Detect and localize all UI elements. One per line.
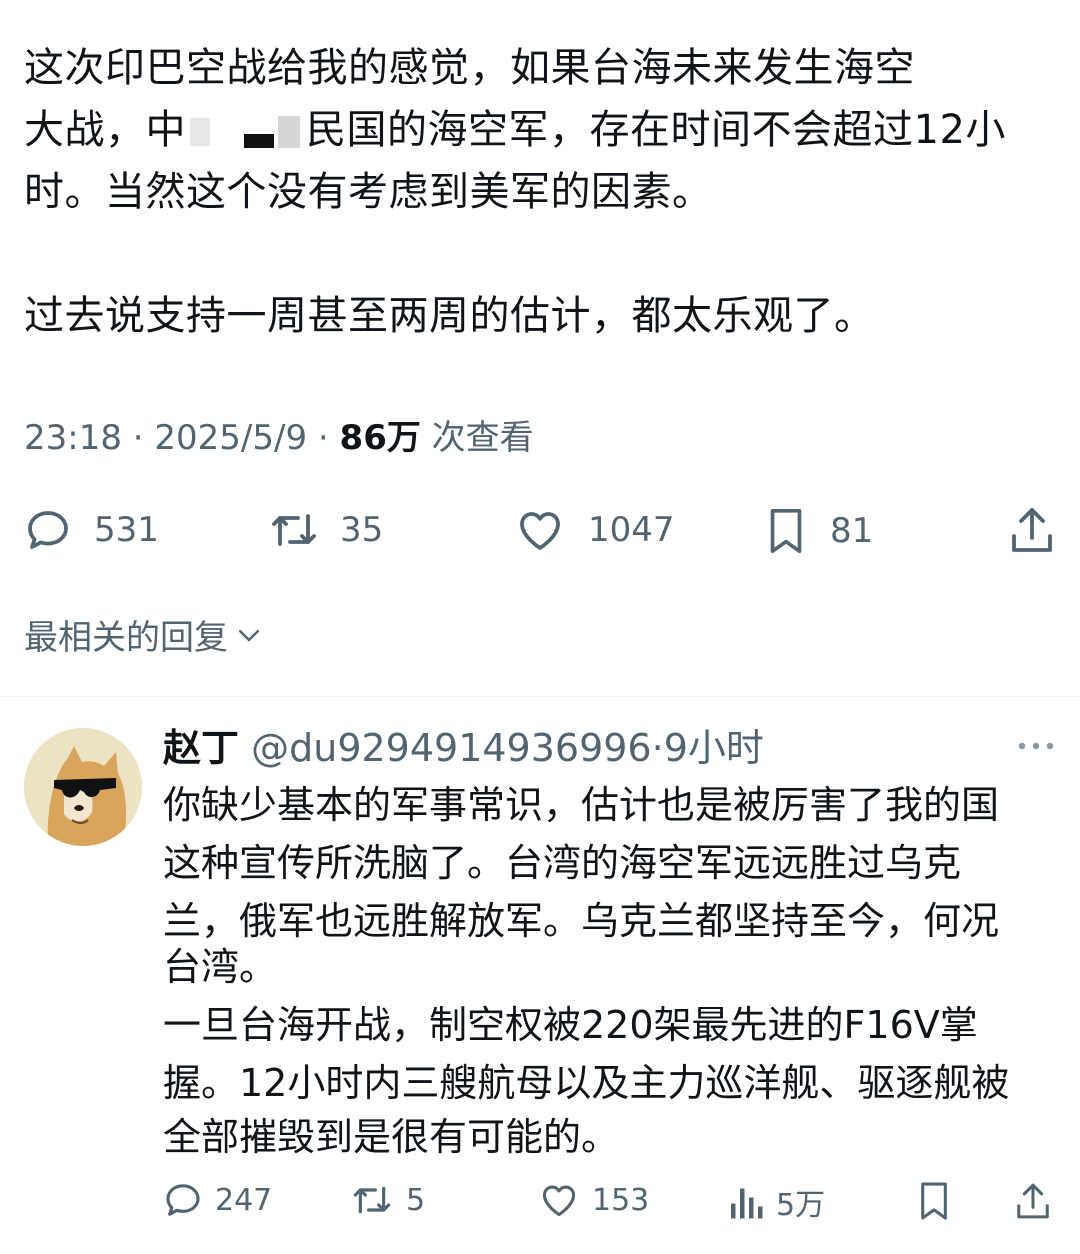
reply-like-button[interactable]: 153 bbox=[538, 1180, 649, 1220]
bookmark-button[interactable]: 81 bbox=[764, 506, 873, 556]
share-button[interactable] bbox=[1008, 504, 1056, 556]
doge-avatar-icon bbox=[24, 728, 142, 846]
reply-share-button[interactable] bbox=[1014, 1180, 1052, 1222]
reply-button[interactable]: 531 bbox=[24, 506, 159, 554]
avatar[interactable] bbox=[24, 728, 142, 846]
reply-author-handle[interactable]: @du9294914936996 bbox=[251, 726, 652, 770]
like-count: 1047 bbox=[588, 510, 675, 550]
more-options-button[interactable] bbox=[1016, 738, 1056, 758]
chevron-down-icon bbox=[239, 629, 259, 641]
tweet-meta: 23:18 · 2025/5/9 · 86万 次查看 bbox=[24, 412, 534, 464]
reply-text-line: 这种宣传所洗脑了。台湾的海空军远远胜过乌克 bbox=[163, 841, 962, 885]
tweet-text-fragment: 大战，中 bbox=[24, 107, 186, 153]
retweet-count: 35 bbox=[340, 510, 384, 550]
share-icon bbox=[1017, 1183, 1049, 1219]
tweet-text-line-3: 时。当然这个没有考虑到美军的因素。 bbox=[24, 169, 713, 215]
reply-time[interactable]: ·9小时 bbox=[652, 726, 764, 770]
reply-text-line: 台湾。 bbox=[163, 945, 278, 989]
like-button[interactable]: 1047 bbox=[514, 506, 675, 554]
tweet-text-fragment: 民国的海空军，存在时间不会超过12小 bbox=[306, 107, 1006, 153]
tweet-text-line-1: 这次印巴空战给我的感觉，如果台海未来发生海空 bbox=[24, 45, 915, 91]
reply-like-count: 153 bbox=[592, 1182, 650, 1218]
sort-label: 最相关的回复 bbox=[24, 618, 228, 658]
views-count: 86万 bbox=[339, 418, 421, 458]
reply-retweet-count: 5 bbox=[406, 1182, 426, 1218]
reply-reply-button[interactable]: 247 bbox=[163, 1180, 272, 1220]
heart-icon bbox=[542, 1185, 576, 1217]
reply-text-line: 你缺少基本的军事常识，估计也是被厉害了我的国 bbox=[163, 783, 1000, 827]
retweet-icon bbox=[272, 514, 316, 546]
reply-count: 531 bbox=[94, 510, 159, 550]
reply-author-name[interactable]: 赵丁 bbox=[163, 726, 239, 770]
bookmark-count: 81 bbox=[830, 511, 874, 551]
reply-icon bbox=[28, 511, 68, 549]
reply-text-line: 一旦台海开战，制空权被220架最先进的F16V掌 bbox=[163, 1003, 978, 1047]
retweet-button[interactable]: 35 bbox=[268, 506, 383, 554]
reply-header: 赵丁 @du9294914936996·9小时 bbox=[163, 722, 764, 774]
retweet-icon bbox=[353, 1186, 391, 1214]
divider bbox=[0, 696, 1080, 697]
share-icon bbox=[1012, 508, 1052, 552]
reply-text-line: 全部摧毁到是很有可能的。 bbox=[163, 1115, 620, 1159]
reply-text-line: 握。12小时内三艘航母以及主力巡洋舰、驱逐舰被 bbox=[163, 1061, 1010, 1105]
analytics-icon bbox=[731, 1188, 763, 1219]
redaction-mark bbox=[186, 112, 306, 152]
more-icon bbox=[1018, 742, 1054, 750]
reply-bookmark-button[interactable] bbox=[916, 1180, 952, 1222]
views-label: 次查看 bbox=[420, 418, 534, 458]
tweet-text-line-2: 大战，中 民国的海空军，存在时间不会超过12小 bbox=[24, 99, 1006, 161]
heart-icon bbox=[520, 512, 560, 550]
reply-icon bbox=[166, 1184, 200, 1216]
reply-text-line: 兰，俄军也远胜解放军。乌克兰都坚持至今，何况 bbox=[163, 899, 1000, 943]
reply-reply-count: 247 bbox=[215, 1182, 273, 1218]
tweet-timestamp[interactable]: 23:18 · 2025/5/9 · bbox=[24, 418, 340, 458]
tweet-text-line-4: 过去说支持一周甚至两周的估计，都太乐观了。 bbox=[24, 293, 875, 339]
bookmark-icon bbox=[770, 508, 802, 554]
bookmark-icon bbox=[921, 1182, 947, 1220]
reply-views-button[interactable]: 5万 bbox=[728, 1180, 825, 1224]
reply-retweet-button[interactable]: 5 bbox=[350, 1180, 425, 1220]
reply-views-count: 5万 bbox=[776, 1188, 826, 1223]
replies-sort-dropdown[interactable]: 最相关的回复 bbox=[24, 610, 264, 659]
